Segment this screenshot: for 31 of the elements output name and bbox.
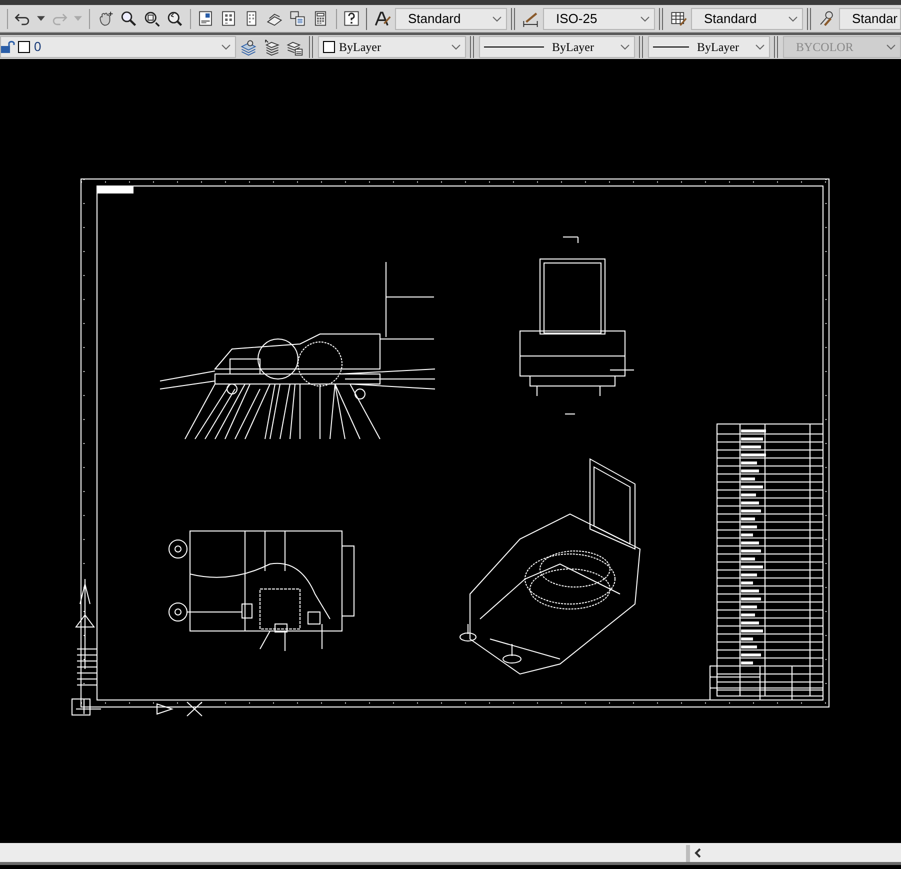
dropdown-caret-icon xyxy=(492,16,502,22)
lineweight-dropdown[interactable]: ByLayer xyxy=(648,36,770,58)
dropdown-caret-icon xyxy=(451,44,461,50)
toolbar-grip[interactable] xyxy=(639,36,644,58)
scroll-left-icon[interactable] xyxy=(694,848,702,858)
dropdown-caret-icon xyxy=(755,44,765,50)
toolbar-grip[interactable] xyxy=(658,8,664,30)
layer-dropdown[interactable]: 0 xyxy=(0,36,236,58)
color-swatch-icon xyxy=(18,41,30,53)
dropdown-caret-icon xyxy=(620,44,630,50)
line-preview-icon xyxy=(653,45,689,49)
dropdown-caret-icon xyxy=(221,44,232,50)
toolbar-grip[interactable] xyxy=(309,36,314,58)
toolbar-grip[interactable] xyxy=(806,8,812,30)
color-swatch-icon xyxy=(323,41,335,53)
dropdown-caret-icon xyxy=(640,16,650,22)
text-style-dropdown[interactable]: Standard xyxy=(394,8,507,30)
scroll-thumb-icon[interactable] xyxy=(686,845,690,862)
toolbar-grip[interactable] xyxy=(774,36,779,58)
linetype-dropdown[interactable]: ByLayer xyxy=(479,36,635,58)
toolbar-grip[interactable] xyxy=(470,36,475,58)
toolbar-grip[interactable] xyxy=(510,8,516,30)
multileader-style-dropdown[interactable]: Standar xyxy=(838,8,901,30)
dropdown-caret-icon xyxy=(788,16,798,22)
line-preview-icon xyxy=(484,45,544,49)
ucs-axis-icon xyxy=(72,698,202,716)
ucs-icon xyxy=(76,578,102,714)
table-style-dropdown[interactable]: Standard xyxy=(690,8,803,30)
dropdown-caret-icon xyxy=(886,44,896,50)
dimension-style-dropdown[interactable]: ISO-25 xyxy=(542,8,655,30)
color-dropdown[interactable]: ByLayer xyxy=(318,36,466,58)
